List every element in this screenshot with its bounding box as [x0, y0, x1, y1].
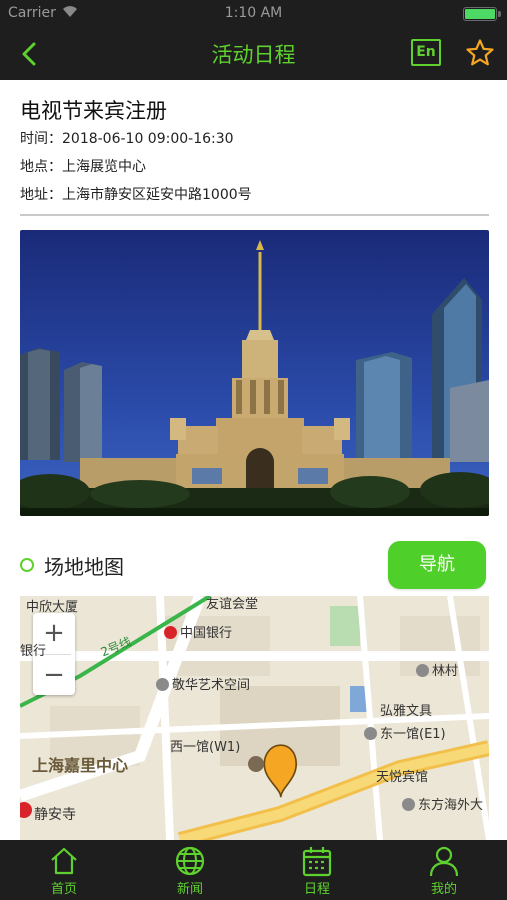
map-label-text: 中国银行: [180, 626, 233, 641]
poi-icon: [416, 664, 429, 677]
map-label: 友谊会堂: [206, 597, 259, 612]
calendar-icon: [302, 847, 332, 877]
map-label-text: 敬华艺术空间: [172, 678, 251, 693]
status-time: 1:10 AM: [224, 5, 283, 21]
map-label-text: 东一馆(E1): [380, 727, 446, 742]
section-dot-icon: [20, 558, 34, 572]
bank-icon: [164, 626, 177, 639]
divider: [20, 214, 489, 216]
event-title: 电视节来宾注册: [20, 99, 167, 123]
navigate-button[interactable]: 导航: [388, 541, 486, 589]
tab-home[interactable]: 首页: [24, 840, 104, 900]
map-label: 静安寺: [34, 807, 76, 823]
map-label: 西一馆(W1): [170, 740, 241, 755]
favorite-button[interactable]: [465, 38, 495, 68]
map-label: 中欣大厦: [26, 600, 79, 615]
map-label: 东一馆(E1): [364, 723, 446, 742]
venue-map[interactable]: + − 中欣大厦 友谊会堂 银行 中国银行 2号线 敬华艺术空间 林村 弘雅文具…: [20, 596, 489, 840]
language-toggle-button[interactable]: En: [411, 39, 441, 66]
battery-icon: [463, 7, 501, 21]
nav-bar: 活动日程 En: [0, 28, 507, 80]
venue-photo: [20, 230, 489, 516]
poi-icon: [402, 798, 415, 811]
event-address: 地址：上海市静安区延安中路1000号: [20, 187, 252, 203]
poi-icon: [156, 678, 169, 691]
star-icon: [466, 39, 494, 66]
tab-mine[interactable]: 我的: [404, 840, 484, 900]
event-place: 地点：上海展览中心: [20, 159, 146, 175]
map-label-text: 林村: [432, 664, 459, 679]
map-label: 天悦宾馆: [376, 770, 429, 785]
tab-label: 日程: [303, 882, 330, 897]
tab-label: 新闻: [176, 882, 203, 897]
map-label: 林村: [416, 660, 458, 679]
status-bar: Carrier 1:10 AM: [0, 0, 507, 28]
poi-icon: [364, 727, 377, 740]
map-label: 中国银行: [164, 622, 232, 641]
tab-schedule[interactable]: 日程: [277, 840, 357, 900]
tab-bar: 首页 新闻 日程 我的: [0, 840, 507, 900]
home-icon: [51, 847, 77, 875]
map-label: 弘雅文具: [380, 704, 433, 719]
map-label-text: 东方海外大: [418, 798, 484, 813]
map-label: 敬华艺术空间: [156, 674, 250, 693]
user-icon: [429, 846, 459, 877]
tab-news[interactable]: 新闻: [150, 840, 230, 900]
zoom-out-button[interactable]: −: [33, 655, 75, 696]
tab-label: 我的: [430, 882, 457, 897]
map-label: 上海嘉里中心: [32, 756, 129, 775]
event-time: 时间：2018-06-10 09:00-16:30: [20, 131, 234, 147]
globe-icon: [175, 846, 205, 876]
map-label: 东方海外大: [402, 794, 483, 813]
section-title: 场地地图: [44, 555, 124, 579]
map-label: 银行: [20, 644, 47, 659]
tab-label: 首页: [50, 882, 77, 897]
